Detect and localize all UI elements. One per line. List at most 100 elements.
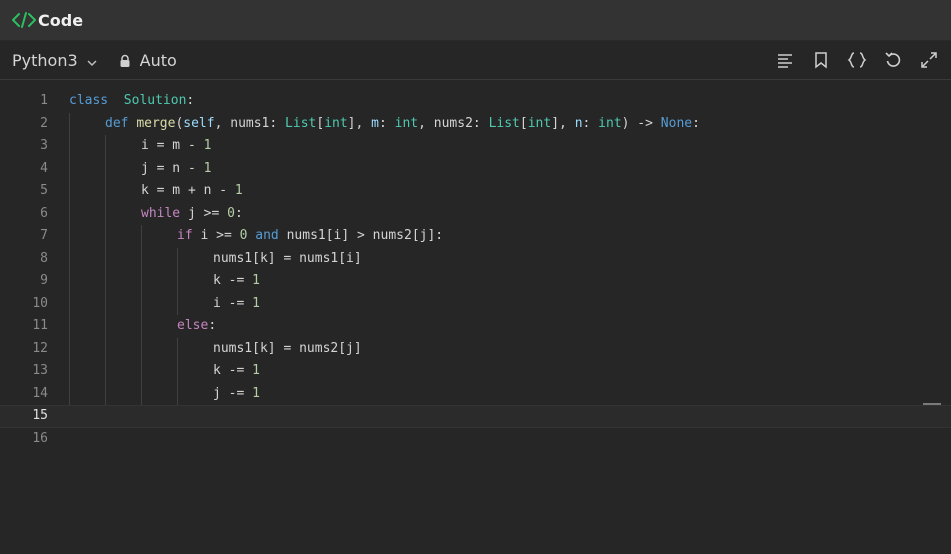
line-code: k -= 1 — [213, 360, 260, 383]
code-token: Solution — [123, 93, 187, 108]
code-line[interactable]: 5 k = m + n - 1 — [0, 180, 951, 203]
code-token: n — [574, 115, 583, 131]
code-line[interactable]: 9 k -= 1 — [0, 270, 951, 293]
indent-guide — [177, 247, 178, 270]
code-token: int — [394, 115, 419, 131]
line-number: 7 — [40, 228, 48, 243]
indent-guide — [141, 337, 142, 360]
mode-label: Auto — [139, 50, 177, 70]
bookmark-icon[interactable] — [811, 50, 831, 70]
code-token: k -= — [213, 273, 253, 288]
code-line[interactable]: 2 def merge(self, nums1: List[int], m: in… — [0, 112, 951, 136]
code-token: 1 — [252, 385, 260, 401]
code-line[interactable]: 10 i -= 1 — [0, 292, 951, 315]
braces-icon[interactable] — [847, 50, 867, 70]
code-line[interactable]: 13 k -= 1 — [0, 360, 951, 383]
code-token: def — [105, 115, 129, 131]
code-line[interactable]: 7 if i >= 0 and nums1[i] > nums2[j]: — [0, 225, 951, 248]
mode-toggle[interactable]: Auto — [118, 51, 177, 70]
code-token: [ — [519, 115, 528, 131]
code-token: List — [285, 115, 317, 131]
code-line[interactable]: 6 while j >= 0: — [0, 202, 951, 226]
indent-guide — [141, 225, 142, 248]
line-number: 15 — [32, 408, 48, 423]
line-code: i = m - 1 — [141, 135, 211, 158]
line-code: k -= 1 — [213, 270, 260, 293]
code-line[interactable]: 14 j -= 1 — [0, 382, 951, 406]
indent-guide — [177, 292, 178, 315]
chevron-down-icon — [86, 54, 98, 67]
code-line[interactable]: 1 class Solution: — [0, 90, 951, 113]
format-icon[interactable] — [775, 50, 795, 70]
editor-toolbar: Python3 Auto — [0, 41, 951, 80]
indent-guide — [69, 360, 70, 383]
code-token: : — [208, 318, 217, 333]
code-token: : — [582, 115, 599, 131]
code-token: and — [255, 228, 279, 243]
code-token: 1 — [252, 273, 260, 288]
indent-guide — [141, 382, 142, 405]
indent-guide — [177, 270, 178, 293]
indent-guide — [69, 157, 70, 180]
code-token: int — [324, 115, 348, 131]
code-token: List — [488, 115, 520, 131]
code-line[interactable]: 8 nums1[k] = nums1[i] — [0, 247, 951, 271]
code-token: j = n - — [141, 160, 204, 176]
line-code: k = m + n - 1 — [141, 180, 243, 203]
indent-guide — [105, 270, 106, 293]
code-line[interactable]: 4 j = n - 1 — [0, 157, 951, 180]
line-code: j -= 1 — [213, 383, 260, 406]
indent-guide — [69, 247, 70, 270]
scrollbar-marker[interactable] — [923, 403, 941, 405]
reset-icon[interactable] — [883, 50, 903, 70]
indent-guide — [69, 180, 70, 203]
indent-guide — [105, 157, 106, 180]
code-token: nums1[k] = nums2[j] — [213, 340, 362, 356]
line-code: if i >= 0 and nums1[i] > nums2[j]: — [177, 225, 443, 248]
code-token: None — [660, 115, 693, 131]
indent-guide — [105, 292, 106, 315]
line-number: 2 — [40, 115, 48, 131]
language-select[interactable]: Python3 — [12, 51, 98, 70]
code-token: i -= — [213, 295, 253, 311]
code-token: , nums2: — [418, 115, 489, 131]
indent-guide — [105, 180, 106, 203]
code-line[interactable]: 3 i = m - 1 — [0, 135, 951, 158]
line-number: 16 — [32, 430, 48, 446]
line-number: 1 — [40, 93, 48, 108]
code-token: ], — [347, 115, 372, 131]
code-editor[interactable]: 1 class Solution: 2 def merge(self, nums1: … — [0, 90, 951, 554]
indent-guide — [69, 292, 70, 315]
code-line[interactable]: 12 nums1[k] = nums2[j] — [0, 337, 951, 360]
indent-guide — [69, 270, 70, 293]
indent-guide — [69, 112, 70, 135]
code-token: int — [598, 115, 622, 131]
line-number: 11 — [32, 318, 48, 333]
indent-guide — [141, 315, 142, 338]
code-line[interactable]: 11 else: — [0, 315, 951, 338]
indent-guide — [177, 382, 178, 405]
panel-header: Code — [0, 0, 951, 41]
code-token: merge — [136, 115, 176, 131]
code-token: : — [234, 205, 243, 221]
expand-icon[interactable] — [919, 50, 939, 70]
indent-guide — [177, 337, 178, 360]
indent-guide — [141, 270, 142, 293]
code-icon — [12, 10, 36, 30]
indent-guide — [141, 360, 142, 383]
indent-guide — [105, 382, 106, 405]
line-number: 13 — [32, 363, 48, 378]
indent-guide — [105, 315, 106, 338]
line-code: while j >= 0: — [141, 203, 243, 226]
line-code: nums1[k] = nums1[i] — [213, 248, 362, 271]
code-token: ], — [551, 115, 575, 131]
code-token: : — [692, 115, 700, 131]
line-code: def merge(self, nums1: List[int], m: int… — [105, 113, 700, 136]
panel-title: Code — [38, 10, 84, 30]
indent-guide — [105, 247, 106, 270]
code-line[interactable]: 16 — [0, 428, 951, 451]
code-token: 1 — [252, 295, 260, 311]
indent-guide — [69, 225, 70, 248]
line-number: 9 — [40, 273, 48, 288]
code-line[interactable]: 15 — [0, 405, 951, 428]
